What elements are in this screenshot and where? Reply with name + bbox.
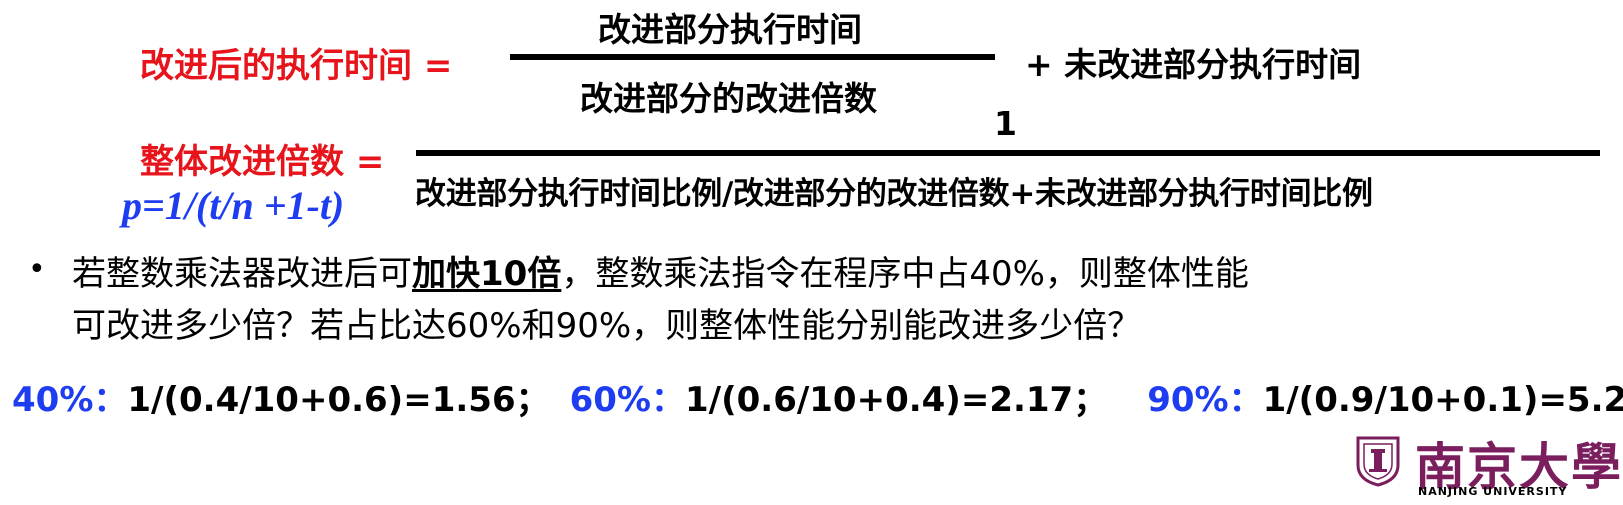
answer-label-60: 60%： [569, 380, 685, 420]
answer-expr-60: 1/(0.6/10+0.4)=2.17； [685, 380, 1108, 420]
formula2-alt-formula: p=1/(t/n +1-t) [122, 183, 345, 228]
formula2-denominator: 改进部分执行时间比例/改进部分的改进倍数+未改进部分执行时间比例 [415, 176, 1373, 212]
formula1-plus-term: + 未改进部分执行时间 [1025, 45, 1362, 84]
formula2-lhs: 整体改进倍数 = [140, 142, 385, 182]
answer-expr-40: 1/(0.4/10+0.6)=1.56； [127, 380, 550, 420]
formula2-numerator: 1 [994, 104, 1017, 143]
question-line2: 可改进多少倍？若占比达60%和90%，则整体性能分别能改进多少倍？ [72, 306, 1142, 346]
formula1-lhs: 改进后的执行时间 = [140, 46, 453, 86]
formula1-numerator: 改进部分执行时间 [598, 10, 862, 49]
answers-line: 40%：1/(0.4/10+0.6)=1.56； 60%：1/(0.6/10+0.… [12, 372, 1623, 421]
university-emblem-icon [1356, 436, 1400, 487]
answer-label-90: 90%： [1147, 380, 1263, 420]
answer-expr-90: 1/(0.9/10+0.1)=5.26 [1262, 380, 1623, 420]
question-text-after: ，整数乘法指令在程序中占40%，则整体性能 [561, 254, 1249, 294]
formula2-fraction-bar [416, 150, 1600, 156]
university-logo-english: NANJING UNIVERSITY [1418, 485, 1568, 498]
question-emphasis: 加快10倍 [412, 254, 562, 294]
answer-label-40: 40%： [12, 380, 128, 420]
question-paragraph: 若整数乘法器改进后可加快10倍，整数乘法指令在程序中占40%，则整体性能 可改进… [72, 248, 1249, 352]
question-text-before: 若整数乘法器改进后可 [72, 254, 412, 294]
formula1-fraction-bar [510, 54, 995, 60]
formula1-denominator: 改进部分的改进倍数 [580, 79, 877, 118]
bullet-marker: • [28, 252, 46, 287]
